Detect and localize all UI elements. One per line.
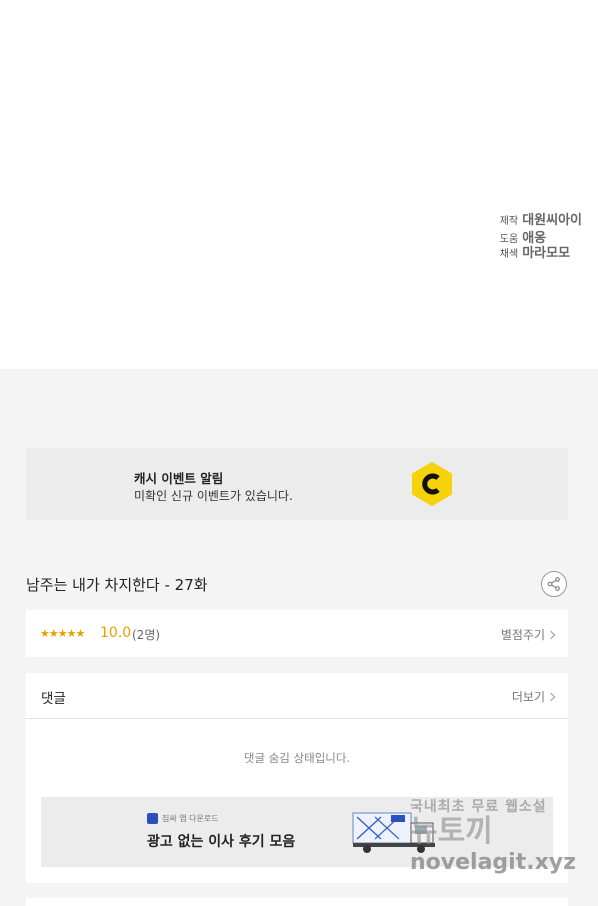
ad-headline: 광고 없는 이사 후기 모음 (147, 834, 296, 850)
rate-button-label: 별점주기 (500, 628, 545, 642)
rating-card: ★★★★★ 10.0 (2명) 별점주기 (26, 610, 568, 657)
credit-name: 대원씨아이 (522, 213, 582, 228)
cash-event-banner[interactable]: 캐시 이벤트 알림 미확인 신규 이벤트가 있습니다. (26, 448, 568, 520)
ad-brand-text: 짐싸 앱 다운로드 (162, 814, 219, 823)
credits: 제작 대원씨아이 도움 애옹 채색 마라모모 (499, 209, 582, 261)
comments-title: 댓글 (41, 691, 66, 707)
credit-role: 제작 (499, 216, 519, 227)
watermark: 국내최초 무료 웹소설 뉴토끼 novelagit.xyz (410, 796, 580, 876)
rate-button[interactable]: 별점주기 (500, 626, 556, 643)
share-icon (547, 577, 560, 591)
rating-count: (2명) (132, 628, 161, 642)
cash-logo-icon (412, 462, 452, 506)
credit-production: 제작 대원씨아이 (499, 209, 582, 228)
comments-hidden-message: 댓글 숨김 상태입니다. (243, 751, 351, 765)
rating-score: 10.0 (100, 625, 132, 641)
chevron-right-icon (546, 692, 556, 702)
banner-title: 캐시 이벤트 알림 (134, 471, 224, 486)
comments-more-label: 더보기 (511, 690, 545, 704)
watermark-line2: 뉴토끼 (410, 814, 493, 849)
share-button[interactable] (541, 571, 567, 597)
chevron-right-icon (546, 630, 556, 640)
next-card (26, 898, 568, 906)
comments-more-button[interactable]: 더보기 (511, 688, 556, 705)
credit-role: 채색 (499, 249, 519, 260)
episode-title: 남주는 내가 차지한다 - 27화 (26, 576, 208, 594)
ad-brand: 짐싸 앱 다운로드 (147, 813, 219, 824)
episode-end-area: 제작 대원씨아이 도움 애옹 채색 마라모모 (0, 0, 598, 369)
ad-brand-logo-icon (147, 813, 158, 824)
watermark-line1: 국내최초 무료 웹소설 (410, 799, 547, 815)
credit-name: 마라모모 (522, 246, 571, 261)
credit-role: 도움 (499, 234, 519, 245)
watermark-line3: novelagit.xyz (410, 850, 576, 875)
banner-description: 미확인 신규 이벤트가 있습니다. (134, 489, 293, 503)
credit-coloring: 채색 마라모모 (499, 242, 582, 261)
divider (26, 718, 568, 719)
rating-stars: ★★★★★ (40, 627, 85, 640)
